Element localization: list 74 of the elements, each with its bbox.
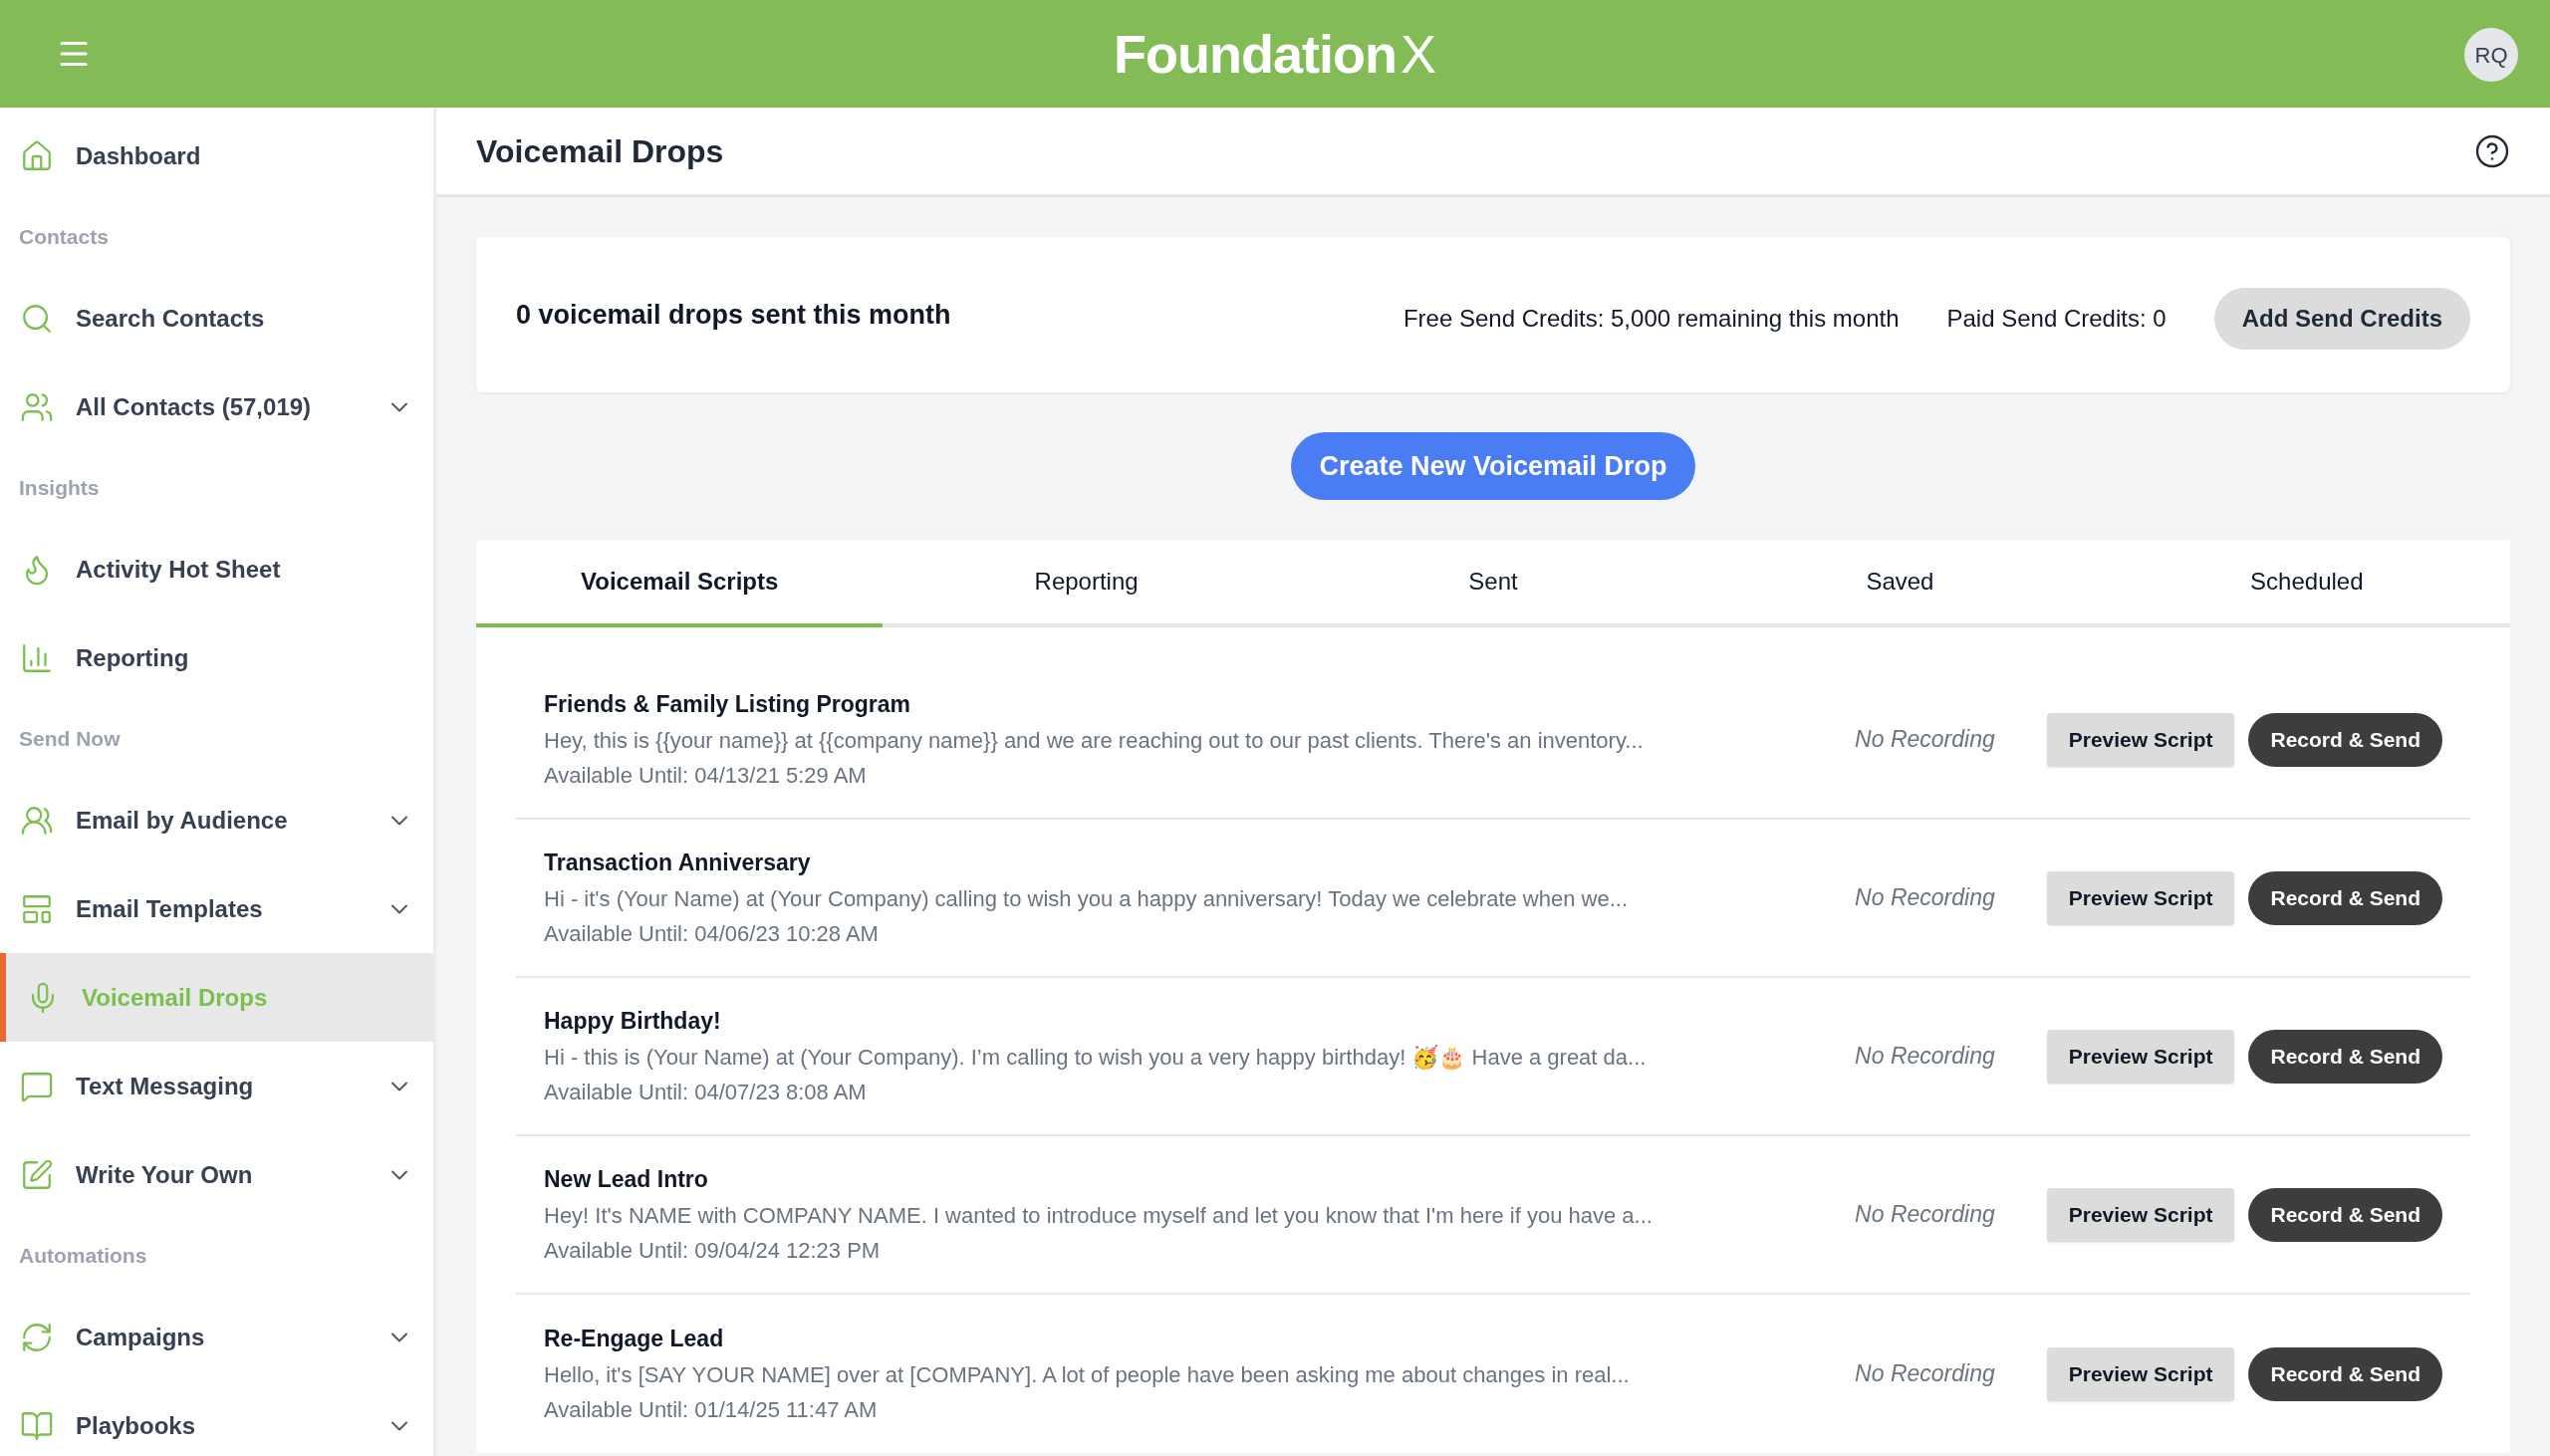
available-until: Available Until: 09/04/24 12:23 PM: [544, 1236, 882, 1265]
sidebar-label: Write Your Own: [76, 1159, 254, 1190]
sidebar-item[interactable]: Playbooks: [0, 1381, 433, 1456]
script-preview: Hello, it's [SAY YOUR NAME] over at [COMPANY]. A lot of people have been asking me about changes in real...: [544, 1360, 1631, 1389]
sidebar-label: Email by Audience: [76, 805, 289, 836]
preview-script-button[interactable]: Preview Script: [2046, 712, 2235, 767]
sidebar-item[interactable]: Email by Audience: [0, 776, 433, 864]
sidebar-label: Campaigns: [76, 1322, 206, 1352]
sidebar-item[interactable]: Reporting: [0, 613, 433, 702]
sidebar-label: Text Messaging: [76, 1071, 255, 1101]
section-label: Contacts: [19, 224, 109, 251]
tab[interactable]: Voicemail Scripts: [476, 540, 884, 627]
section-label: Send Now: [19, 726, 121, 753]
tab[interactable]: Reporting: [883, 540, 1290, 627]
free-credits: Free Send Credits: 5,000 remaining this month: [1402, 304, 1900, 334]
recording-status: No Recording: [1855, 883, 1995, 913]
recording-status: No Recording: [1855, 725, 1995, 755]
record-send-button[interactable]: Record & Send: [2248, 870, 2442, 925]
recording-status: No Recording: [1855, 1200, 1995, 1230]
tab[interactable]: Saved: [1696, 540, 2104, 627]
sidebar-label: Dashboard: [76, 140, 202, 171]
script-preview: Hi - this is (Your Name) at (Your Company). I’m calling to wish you a very happy birthday! 🥳🎂 Have a great da...: [544, 1043, 1648, 1072]
sidebar-item[interactable]: Activity Hot Sheet: [0, 525, 433, 613]
script-title: New Lead Intro: [544, 1165, 709, 1195]
help-icon[interactable]: [2474, 132, 2510, 169]
record-send-button[interactable]: Record & Send: [2248, 712, 2442, 767]
available-until: Available Until: 04/13/21 5:29 AM: [544, 761, 868, 790]
sidebar-item[interactable]: Text Messaging: [0, 1042, 433, 1130]
script-title: Friends & Family Listing Program: [544, 690, 912, 720]
record-send-button[interactable]: Record & Send: [2248, 1346, 2442, 1401]
user-avatar[interactable]: RQ: [2464, 28, 2518, 82]
preview-script-button[interactable]: Preview Script: [2046, 1187, 2235, 1242]
tab[interactable]: Scheduled: [2103, 540, 2511, 627]
preview-script-button[interactable]: Preview Script: [2046, 1029, 2235, 1084]
home-icon: [20, 138, 54, 173]
logo-mark: X: [1400, 22, 1436, 86]
paid-credits: Paid Send Credits: 0: [1946, 304, 2167, 334]
record-send-button[interactable]: Record & Send: [2248, 1029, 2442, 1084]
add-credits-button[interactable]: Add Send Credits: [2213, 288, 2470, 350]
sidebar-item[interactable]: Search Contacts: [0, 274, 433, 363]
recording-status: No Recording: [1855, 1042, 1995, 1072]
sidebar-item[interactable]: Dashboard: [0, 112, 433, 200]
available-until: Available Until: 04/06/23 10:28 AM: [544, 919, 880, 948]
script-title: Transaction Anniversary: [544, 849, 812, 878]
page-title: Voicemail Drops: [476, 131, 724, 171]
sidebar-label: Email Templates: [76, 893, 264, 924]
create-drop-button[interactable]: Create New Voicemail Drop: [1291, 432, 1695, 500]
tab[interactable]: Sent: [1289, 540, 1697, 627]
sidebar-item[interactable]: Campaigns: [0, 1293, 433, 1381]
sidebar-label: Voicemail Drops: [82, 982, 269, 1013]
sidebar-label: Search Contacts: [76, 303, 266, 334]
sidebar-item[interactable]: Write Your Own: [0, 1130, 433, 1219]
pencil-square-icon: [20, 1157, 54, 1192]
sidebar-label: All Contacts (57,019): [76, 391, 313, 422]
preview-script-button[interactable]: Preview Script: [2046, 870, 2235, 925]
script-preview: Hi - it's (Your Name) at (Your Company) calling to wish you a happy anniversary! Today we celebrate when we...: [544, 884, 1630, 913]
script-preview: Hey! It's NAME with COMPANY NAME. I wanted to introduce myself and let you know that I'm here if you have a...: [544, 1201, 1654, 1230]
sidebar-label: Playbooks: [76, 1410, 197, 1441]
sidebar-item[interactable]: Email Templates: [0, 864, 433, 953]
logo-wordmark: Foundation: [1114, 22, 1397, 86]
sent-count: 0 voicemail drops sent this month: [516, 298, 952, 332]
sidebar-item[interactable]: All Contacts (57,019): [0, 363, 433, 451]
section-label: Insights: [19, 475, 100, 502]
script-preview: Hey, this is {{your name}} at {{company name}} and we are reaching out to our past clients. There's an inventory...: [544, 726, 1645, 755]
available-until: Available Until: 01/14/25 11:47 AM: [544, 1395, 879, 1424]
record-send-button[interactable]: Record & Send: [2248, 1187, 2442, 1242]
recording-status: No Recording: [1855, 1359, 1995, 1389]
sidebar-label: Activity Hot Sheet: [76, 554, 282, 585]
script-title: Re-Engage Lead: [544, 1325, 725, 1354]
section-label: Automations: [19, 1243, 147, 1270]
script-title: Happy Birthday!: [544, 1007, 722, 1037]
preview-script-button[interactable]: Preview Script: [2046, 1346, 2235, 1401]
available-until: Available Until: 04/07/23 8:08 AM: [544, 1078, 868, 1106]
sidebar-label: Reporting: [76, 642, 190, 673]
